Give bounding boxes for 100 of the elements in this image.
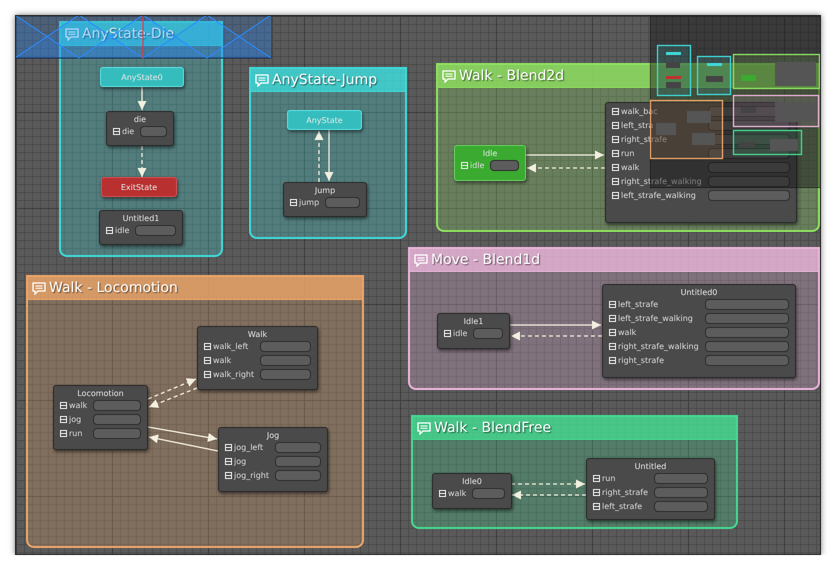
node-title: Locomotion [76,389,125,398]
list-icon [113,128,120,135]
list-icon [593,503,600,510]
list-icon [609,357,616,364]
comment-icon [255,74,269,86]
group-title: Walk - BlendFree [434,420,552,436]
node-title: Idle [482,149,498,158]
list-icon [609,315,616,322]
node-title: Untitled1 [122,214,160,223]
group-title: Walk - Locomotion [49,280,178,296]
list-icon [612,164,619,171]
motion-label: run [612,149,702,158]
node-title: AnyState0 [120,72,164,82]
motion-label: walk [612,163,702,172]
motion-label: left_strafe [609,300,699,309]
state-node[interactable]: Untitled1 idle [99,210,183,245]
motion-label: left_strafe [593,502,648,511]
motion-label: jog [225,457,269,466]
motion-slot[interactable] [490,160,519,171]
motion-label: walk [609,328,699,337]
list-icon [290,199,297,206]
list-icon [106,227,113,234]
comment-icon [414,254,428,266]
motion-label: jog_left [225,443,269,452]
motion-label: die [113,127,134,136]
group-title: Walk - Blend2d [459,68,564,84]
list-icon [612,178,619,185]
list-icon [439,490,446,497]
graph-canvas[interactable] [15,15,821,555]
motion-label: right_strafe [593,488,648,497]
node-title: Walk [246,330,268,339]
state-node[interactable]: Idle1 idle [437,313,510,349]
comment-icon [442,70,456,82]
motion-label: left_strafe_walking [612,191,702,200]
list-icon [612,108,619,115]
list-icon [60,416,67,423]
list-icon [60,430,67,437]
motion-label: jog [60,415,88,424]
list-icon [225,444,232,451]
motion-label: idle [461,161,484,170]
state-node[interactable]: Idle0 walk [432,473,512,509]
list-icon [444,330,451,337]
list-icon [225,458,232,465]
motion-label: jump [290,198,320,207]
motion-label: walk [439,489,466,498]
transition-arrow [148,426,218,442]
motion-label: walk [60,401,88,410]
node-title: Jog [266,431,280,440]
transition-arrow [324,130,334,181]
motion-slot[interactable] [708,120,790,131]
list-icon [204,343,211,350]
transition-arrow [314,131,324,182]
comment-icon [417,422,431,434]
motion-label: walk [204,356,254,365]
exit-state-node[interactable]: ExitState [101,177,177,197]
transition-arrow [137,146,147,177]
list-icon [612,192,619,199]
list-icon [612,150,619,157]
motion-slot[interactable] [708,148,790,159]
list-icon [593,489,600,496]
list-icon [204,371,211,378]
list-icon [593,475,600,482]
group-title: Move - Blend1d [431,252,540,268]
motion-label: idle [106,226,130,235]
motion-label: idle [444,329,468,338]
transition-arrow [148,434,218,452]
transition-arrow [148,378,196,400]
state-node[interactable]: die die [106,111,174,146]
list-icon [612,122,619,129]
node-title: Untitled0 [680,288,718,297]
group-title: AnyState-Jump [272,72,378,88]
list-icon [204,357,211,364]
node-title: Jump [314,186,336,195]
list-icon [225,472,232,479]
motion-label: jog_right [225,471,269,480]
motion-label: right_strafe_walking [609,342,699,351]
node-title: Idle0 [461,477,483,486]
motion-label: run [593,474,648,483]
list-icon [60,402,67,409]
node-title: die [132,115,148,124]
list-icon [612,136,619,143]
list-icon [609,329,616,336]
motion-label: left_strafe_walking [609,314,699,323]
comment-icon [32,282,46,294]
list-icon [609,301,616,308]
transition-arrow [137,86,147,110]
list-icon [609,343,616,350]
motion-label: right_strafe [609,356,699,365]
motion-label: walk_right [204,370,254,379]
list-icon [461,162,468,169]
node-title: Idle1 [462,317,484,326]
motion-label: run [60,429,88,438]
motion-label: right_strafe_walking [612,177,702,186]
motion-label: walk_left [204,342,254,351]
node-title: Untitled [634,462,668,471]
state-node[interactable]: Jump jump [283,182,367,217]
node-title: ExitState [120,182,158,192]
node-title: AnyState [305,116,344,124]
transition-arrow [148,387,198,408]
comment-icon [65,28,79,40]
